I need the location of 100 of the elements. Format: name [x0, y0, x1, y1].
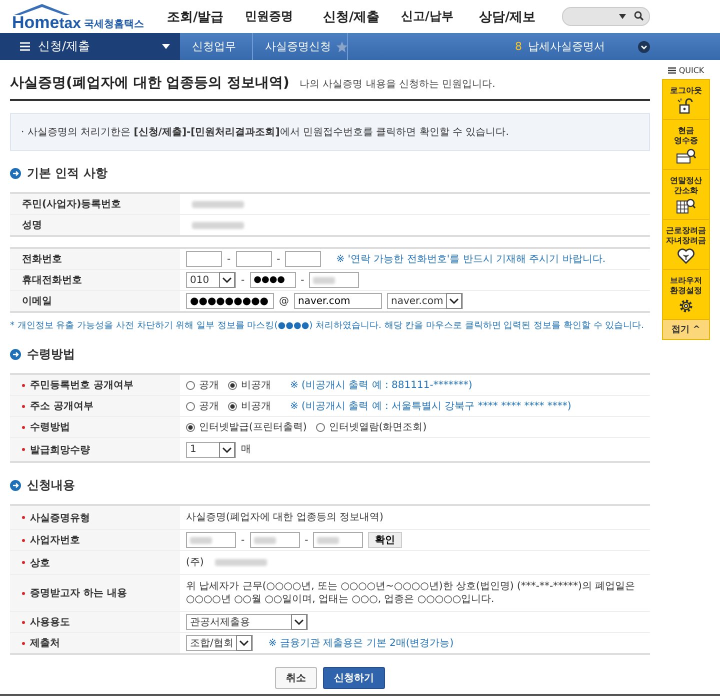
dropdown[interactable]: 관공서제출용: [186, 614, 308, 630]
logo-name: 국세청홈택스: [84, 18, 144, 30]
radio-option[interactable]: 인터넷열람(화면조회): [316, 420, 427, 434]
field-label: 이메일: [22, 295, 52, 308]
field-note: ※ (비공개시 출력 예 : 서울특별시 강북구 **** **** **** ****): [290, 400, 572, 413]
input-field[interactable]: [186, 251, 222, 267]
field-label: 주민(사업자)등록번호: [22, 198, 122, 211]
confirm-button[interactable]: 확인: [368, 532, 402, 548]
separator-text: -: [241, 534, 245, 546]
field-value: 매: [241, 443, 251, 457]
masked-input-field[interactable]: [313, 532, 364, 548]
collapse-button[interactable]: 접기 ^: [663, 320, 709, 339]
radio-option[interactable]: 비공개: [228, 399, 271, 413]
input-field[interactable]: ●●●●●●●●●: [186, 293, 274, 309]
arrow-circle-icon: [10, 349, 21, 360]
nav-link[interactable]: 신청/제출: [323, 8, 401, 26]
separator-text: -: [276, 254, 280, 264]
field-note: ※ '연락 가능한 전화번호'를 반드시 기재해 주시기 바랍니다.: [336, 253, 606, 266]
field-label: 발급희망수량: [30, 444, 90, 456]
masked-input-field[interactable]: [309, 272, 360, 288]
field-value: 위 납세자가 근무(○○○○년, 또는 ○○○○년~○○○○년)한 상호(법인명) (***-**-*****)의 폐업일은 ○○○○년 ○○월 ○○일이며, 업태는 ○○○, 업종은 ○○○○○입니다.: [186, 580, 636, 607]
page-title: 사실증명(폐업자에 대한 업종등의 정보내역): [10, 74, 290, 92]
menu-icon: [668, 67, 676, 74]
logo-text: Hometax: [12, 14, 81, 32]
chevron-down-icon: [219, 272, 235, 288]
field-label: 성명: [22, 219, 42, 232]
radio-option[interactable]: 비공개: [228, 378, 271, 392]
separator-text: @: [279, 296, 289, 306]
chevron-down-icon: [291, 614, 307, 630]
chevron-down-icon: [446, 293, 462, 309]
separator-text: -: [304, 534, 308, 546]
masked-input-field[interactable]: [250, 532, 300, 548]
input-field[interactable]: naver.com: [294, 293, 382, 309]
chevron-down-icon: [219, 442, 235, 458]
card-magnifier-icon: [676, 148, 696, 164]
blurred-value: [313, 276, 336, 284]
field-value: (주): [186, 556, 204, 570]
separator-text: -: [241, 274, 245, 286]
padlock-icon: [677, 98, 695, 114]
quick-menu-item[interactable]: 연말정산 간소화: [663, 170, 709, 220]
dropdown[interactable]: 010: [186, 272, 236, 288]
grid-magnifier-icon: [676, 198, 696, 214]
logo[interactable]: Hometax 국세청홈택스: [12, 2, 152, 32]
privacy-note: * 개인정보 유출 가능성을 사전 차단하기 위해 일부 정보를 마스킹(●●●●) 처리하였습니다. 해당 칸을 마우스로 클릭하면 입력된 정보를 확인할 수 있습니다.: [10, 320, 646, 332]
dropdown[interactable]: naver.com: [387, 293, 464, 309]
caret-icon: [162, 44, 170, 49]
heart-icon: [677, 248, 695, 264]
arrow-circle-icon: [10, 480, 21, 491]
house-roof-icon: [12, 2, 72, 16]
chevron-down-icon[interactable]: [638, 40, 650, 52]
radio-option[interactable]: 공개: [186, 399, 219, 413]
input-field[interactable]: [236, 251, 272, 267]
caret-icon: [619, 14, 626, 19]
field-label: 사실증명유형: [30, 512, 90, 524]
quick-menu-item[interactable]: 근로장려금 자녀장려금: [663, 220, 709, 270]
field-label: 사용용도: [30, 616, 70, 629]
info-text: · 사실증명의 처리기한은 [신청/제출]-[민원처리결과조회]에서 민원접수번호를 클릭하면 확인할 수 있습니다.: [21, 127, 509, 138]
blurred-value: [192, 222, 244, 228]
breadcrumb-link[interactable]: 신청업무: [180, 33, 253, 60]
blurred-value: [317, 536, 340, 544]
nav-link[interactable]: 민원증명: [245, 8, 323, 26]
arrow-circle-icon: [10, 168, 21, 179]
field-label: 제출처: [30, 637, 60, 650]
nav-link[interactable]: 조회/발급: [167, 8, 245, 26]
input-field[interactable]: [285, 251, 322, 267]
search-field[interactable]: [562, 7, 650, 26]
dropdown[interactable]: 조합/협회: [186, 635, 254, 651]
nav-link[interactable]: 상담/제보: [479, 8, 557, 26]
blurred-value: [190, 536, 212, 544]
cancel-button[interactable]: 취소: [275, 667, 317, 689]
gear-icon: [678, 298, 694, 314]
separator-text: -: [300, 274, 304, 286]
field-label: 사업자번호: [30, 534, 80, 547]
separator-text: -: [227, 254, 231, 264]
section-heading: 수령방법: [27, 346, 75, 363]
field-label: 전화번호: [22, 253, 62, 266]
search-icon[interactable]: [634, 11, 644, 21]
blurred-value: [254, 536, 276, 544]
quick-menu-title: QUICK: [678, 66, 704, 75]
star-icon[interactable]: [336, 40, 348, 52]
field-note: ※ (비공개시 출력 예 : 881111-*******): [290, 379, 472, 392]
quick-menu-item[interactable]: 로그아웃: [663, 80, 709, 120]
input-field[interactable]: ●●●●: [250, 272, 296, 288]
radio-option[interactable]: 공개: [186, 378, 219, 392]
menu-dropdown[interactable]: 신청/제출: [0, 33, 180, 60]
field-label: 휴대전화번호: [22, 274, 82, 287]
field-label: 상호: [30, 556, 50, 570]
masked-input-field[interactable]: [186, 532, 236, 548]
radio-option[interactable]: 인터넷발급(프린터출력): [186, 420, 307, 434]
field-value: 사실증명(폐업자에 대한 업종등의 정보내역): [186, 511, 384, 525]
notice-link[interactable]: 납세사실증명서: [528, 39, 638, 54]
quick-menu-item[interactable]: 현금 영수증: [663, 120, 709, 170]
nav-link[interactable]: 신고/납부: [401, 8, 479, 26]
section-heading: 기본 인적 사항: [27, 165, 108, 182]
page-subtitle: 나의 사실증명 내용을 신청하는 민원입니다.: [299, 78, 496, 91]
chevron-down-icon: [236, 635, 252, 651]
blurred-value: [214, 559, 267, 566]
notice-count: 8: [515, 40, 522, 53]
dropdown[interactable]: 1: [186, 442, 236, 458]
submit-button[interactable]: 신청하기: [323, 667, 385, 689]
